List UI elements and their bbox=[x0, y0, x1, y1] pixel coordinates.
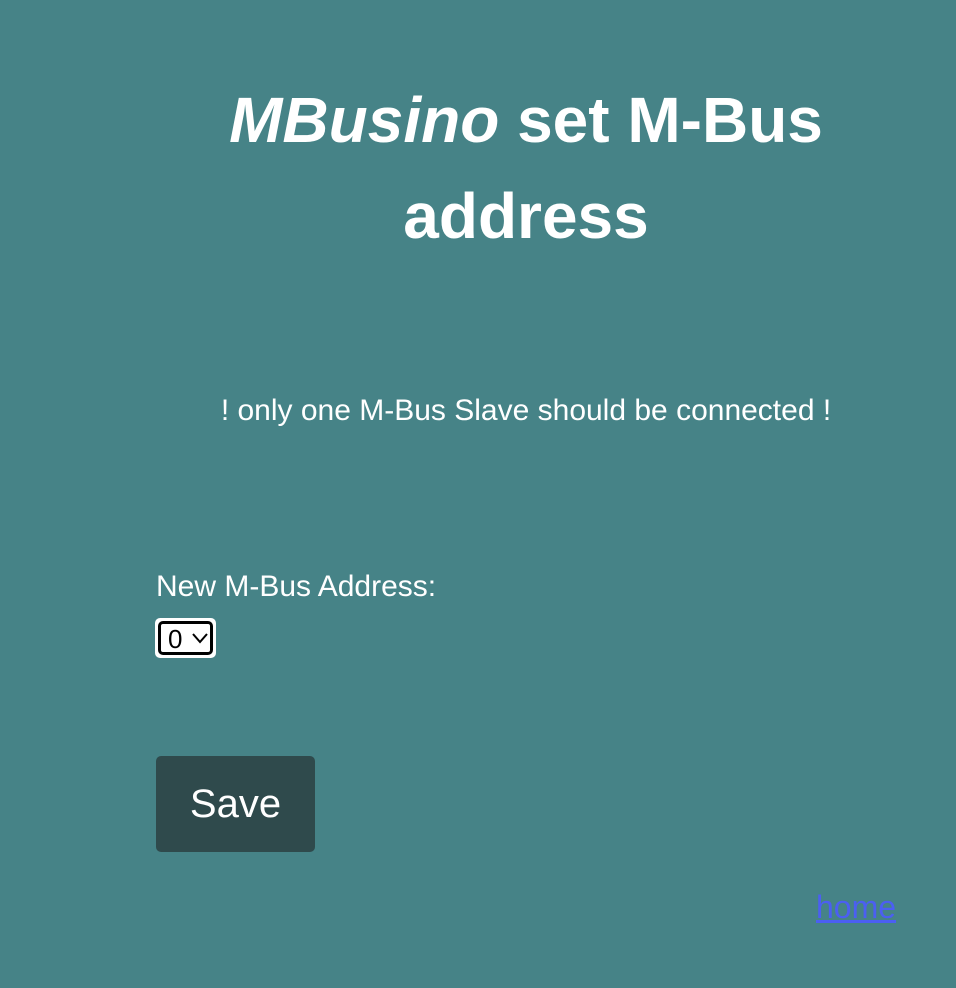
brand-name: MBusino bbox=[229, 84, 500, 156]
warning-message: ! only one M-Bus Slave should be connect… bbox=[220, 394, 832, 427]
address-select[interactable]: 0 bbox=[158, 621, 213, 655]
address-select-wrapper: 0 bbox=[155, 618, 216, 658]
address-label: New M-Bus Address: bbox=[156, 570, 437, 603]
chevron-down-icon bbox=[192, 633, 208, 644]
save-button[interactable]: Save bbox=[156, 756, 315, 852]
address-selected-value: 0 bbox=[168, 624, 183, 654]
page-title: MBusino set M-Bus address bbox=[150, 72, 902, 264]
home-link[interactable]: home bbox=[816, 889, 896, 925]
